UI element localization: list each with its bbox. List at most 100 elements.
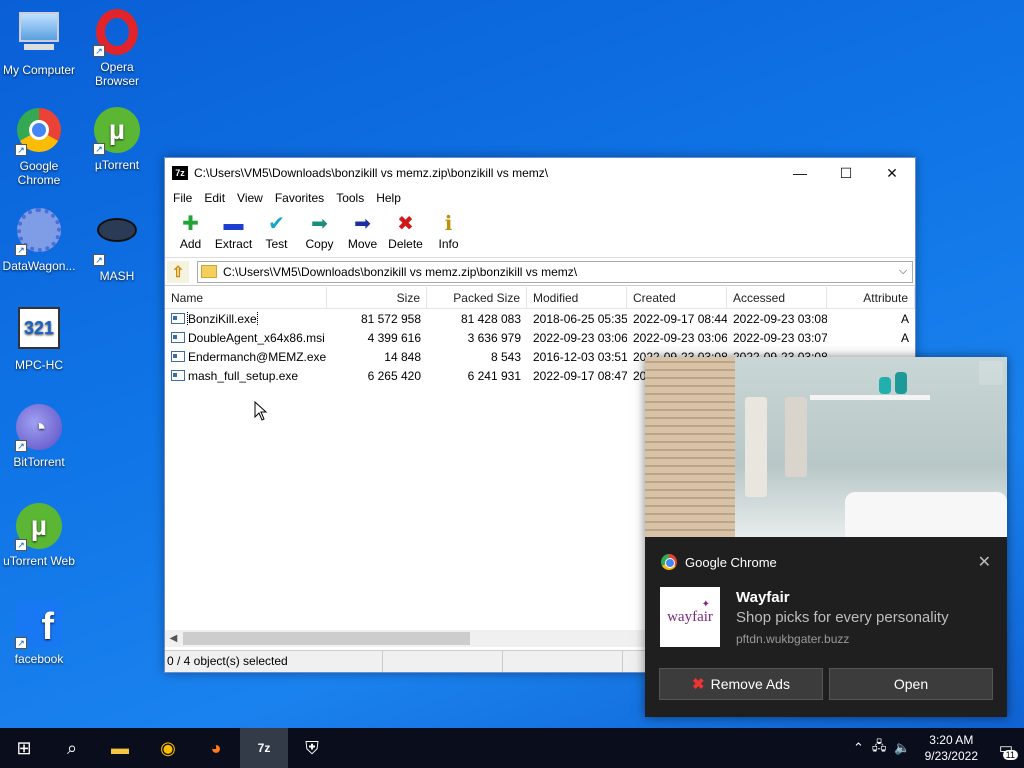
notification-close-button[interactable]: ✕ (978, 552, 991, 572)
cell-accessed: 2022-09-23 03:07 (733, 330, 827, 345)
close-button[interactable]: ✕ (869, 158, 915, 188)
status-text: 0 / 4 object(s) selected (165, 651, 383, 672)
menu-edit[interactable]: Edit (198, 191, 231, 205)
maximize-button[interactable]: ☐ (823, 158, 869, 188)
column-header[interactable]: Size (327, 287, 427, 308)
column-header[interactable]: Attribute (827, 287, 915, 308)
copy-button[interactable]: ➡ Copy (298, 208, 341, 251)
toolbar-label: Delete (388, 237, 423, 251)
notification-count-badge: 11 (1002, 750, 1018, 760)
computer-icon (15, 12, 63, 60)
menu-bar: File Edit View Favorites Tools Help (165, 188, 915, 208)
7zip-icon[interactable]: 7z (240, 728, 288, 768)
move-button[interactable]: ➡ Move (341, 208, 384, 251)
action-center-icon[interactable]: ▭ 11 (988, 728, 1024, 768)
desktop-icon-label: uTorrent Web (3, 554, 75, 568)
exe-file-icon (171, 370, 185, 381)
remove-ads-button[interactable]: ✖ Remove Ads (659, 668, 823, 700)
extract-button[interactable]: ▬ Extract (212, 208, 255, 251)
address-field[interactable]: C:\Users\VM5\Downloads\bonzikill vs memz… (197, 260, 913, 283)
utorrent-icon: µ ↗ (93, 107, 141, 155)
scroll-thumb[interactable] (183, 632, 470, 645)
test-button[interactable]: ✔ Test (255, 208, 298, 251)
7zip-app-icon: 7z (172, 166, 188, 180)
title-bar[interactable]: 7z C:\Users\VM5\Downloads\bonzikill vs m… (165, 158, 915, 188)
check-icon: ✔ (268, 213, 285, 235)
search-icon[interactable]: ⌕ (48, 728, 96, 768)
desktop-icon[interactable]: ↗ DataWagon... (0, 206, 78, 273)
datawagon-icon: ↗ (15, 208, 63, 256)
column-header[interactable]: Accessed (727, 287, 827, 308)
minimize-button[interactable]: — (777, 158, 823, 188)
window-title: C:\Users\VM5\Downloads\bonzikill vs memz… (194, 166, 549, 180)
red-x-icon: ✖ (692, 676, 705, 693)
opera-icon: ↗ (93, 9, 141, 57)
cell-created: 2022-09-23 03:06 (633, 330, 727, 345)
cell-name: BonziKill.exe (165, 311, 327, 326)
open-button[interactable]: Open (829, 668, 993, 700)
desktop-icon[interactable]: µ ↗ uTorrent Web (0, 502, 78, 568)
desktop-icon-label: facebook (14, 652, 64, 666)
file-explorer-icon[interactable]: ▬ (96, 728, 144, 768)
cell-modified: 2022-09-23 03:06 (533, 330, 627, 345)
logo-text: wayfair (667, 608, 713, 625)
windows-start-icon[interactable]: ⊞ (0, 728, 48, 768)
image-close-icon[interactable] (979, 361, 1003, 385)
msi-file-icon (171, 332, 185, 343)
cell-packed: 81 428 083 (460, 311, 521, 326)
cell-packed: 3 636 979 (467, 330, 521, 345)
move-arrow-icon: ➡ (354, 213, 371, 235)
menu-favorites[interactable]: Favorites (269, 191, 330, 205)
desktop-icon-label: Google Chrome (17, 159, 61, 187)
up-folder-icon[interactable]: ⇧ (167, 260, 189, 283)
toolbar-label: Info (438, 237, 459, 251)
desktop-icon[interactable]: ◔ ↗ BitTorrent (0, 403, 78, 469)
utorrent-web-icon: µ ↗ (15, 503, 63, 551)
desktop-icon[interactable]: My Computer (0, 8, 78, 77)
desktop-icon[interactable]: 321 MPC-HC (0, 304, 78, 372)
security-shield-icon[interactable]: ⛨ (288, 728, 336, 768)
table-row[interactable]: BonziKill.exe 81 572 958 81 428 083 2018-06… (165, 309, 915, 328)
desktop-icon[interactable]: µ ↗ µTorrent (78, 106, 156, 172)
column-header[interactable]: Created (627, 287, 727, 308)
desktop-icon[interactable]: f ↗ facebook (0, 600, 78, 666)
cell-packed: 6 241 931 (467, 368, 521, 383)
desktop-icon-label: µTorrent (94, 158, 140, 172)
menu-help[interactable]: Help (370, 191, 407, 205)
toolbar: ✚ Add ▬ Extract ✔ Test ➡ Copy ➡ Move ✖ Delete ℹ Info (165, 208, 915, 258)
copy-arrow-icon: ➡ (311, 213, 328, 235)
open-label: Open (893, 676, 929, 692)
desktop-icon[interactable]: ↗ Google Chrome (0, 106, 78, 187)
cell-attr: A (900, 330, 909, 345)
chrome-icon[interactable]: ◉ (144, 728, 192, 768)
chrome-icon (661, 554, 677, 570)
menu-file[interactable]: File (167, 191, 198, 205)
add-button[interactable]: ✚ Add (169, 208, 212, 251)
mpc-hc-icon: 321 (15, 307, 63, 355)
desktop-icon[interactable]: ↗ MASH (78, 206, 156, 283)
scroll-left-icon[interactable]: ◀ (165, 633, 182, 644)
clock[interactable]: 3:20 AM 9/23/2022 (915, 732, 988, 764)
plus-icon: ✚ (182, 213, 199, 235)
column-header[interactable]: Modified (527, 287, 627, 308)
file-name: BonziKill.exe (187, 311, 258, 326)
notification-app-name: Google Chrome (685, 554, 777, 570)
file-name: Endermanch@MEMZ.exe (188, 349, 327, 364)
table-row[interactable]: DoubleAgent_x64x86.msi 4 399 616 3 636 979… (165, 328, 915, 347)
chrome-icon: ↗ (15, 108, 63, 156)
chevron-up-icon[interactable]: ⌃ (849, 740, 868, 756)
firefox-icon[interactable]: ◕ (192, 728, 240, 768)
desktop-icon[interactable]: ↗ Opera Browser (78, 8, 156, 88)
info-button[interactable]: ℹ Info (427, 208, 470, 251)
desktop-icon-label: MPC-HC (15, 358, 63, 372)
network-icon[interactable]: 🖧 (868, 737, 891, 759)
delete-button[interactable]: ✖ Delete (384, 208, 427, 251)
cell-size: 4 399 616 (367, 330, 421, 345)
menu-tools[interactable]: Tools (330, 191, 370, 205)
column-header[interactable]: Name (165, 287, 327, 308)
chevron-down-icon[interactable]: ⌵ (894, 265, 912, 278)
desktop-icon-label: My Computer (2, 63, 76, 77)
menu-view[interactable]: View (231, 191, 269, 205)
volume-icon[interactable]: 🔈 (890, 740, 914, 756)
column-header[interactable]: Packed Size (427, 287, 527, 308)
